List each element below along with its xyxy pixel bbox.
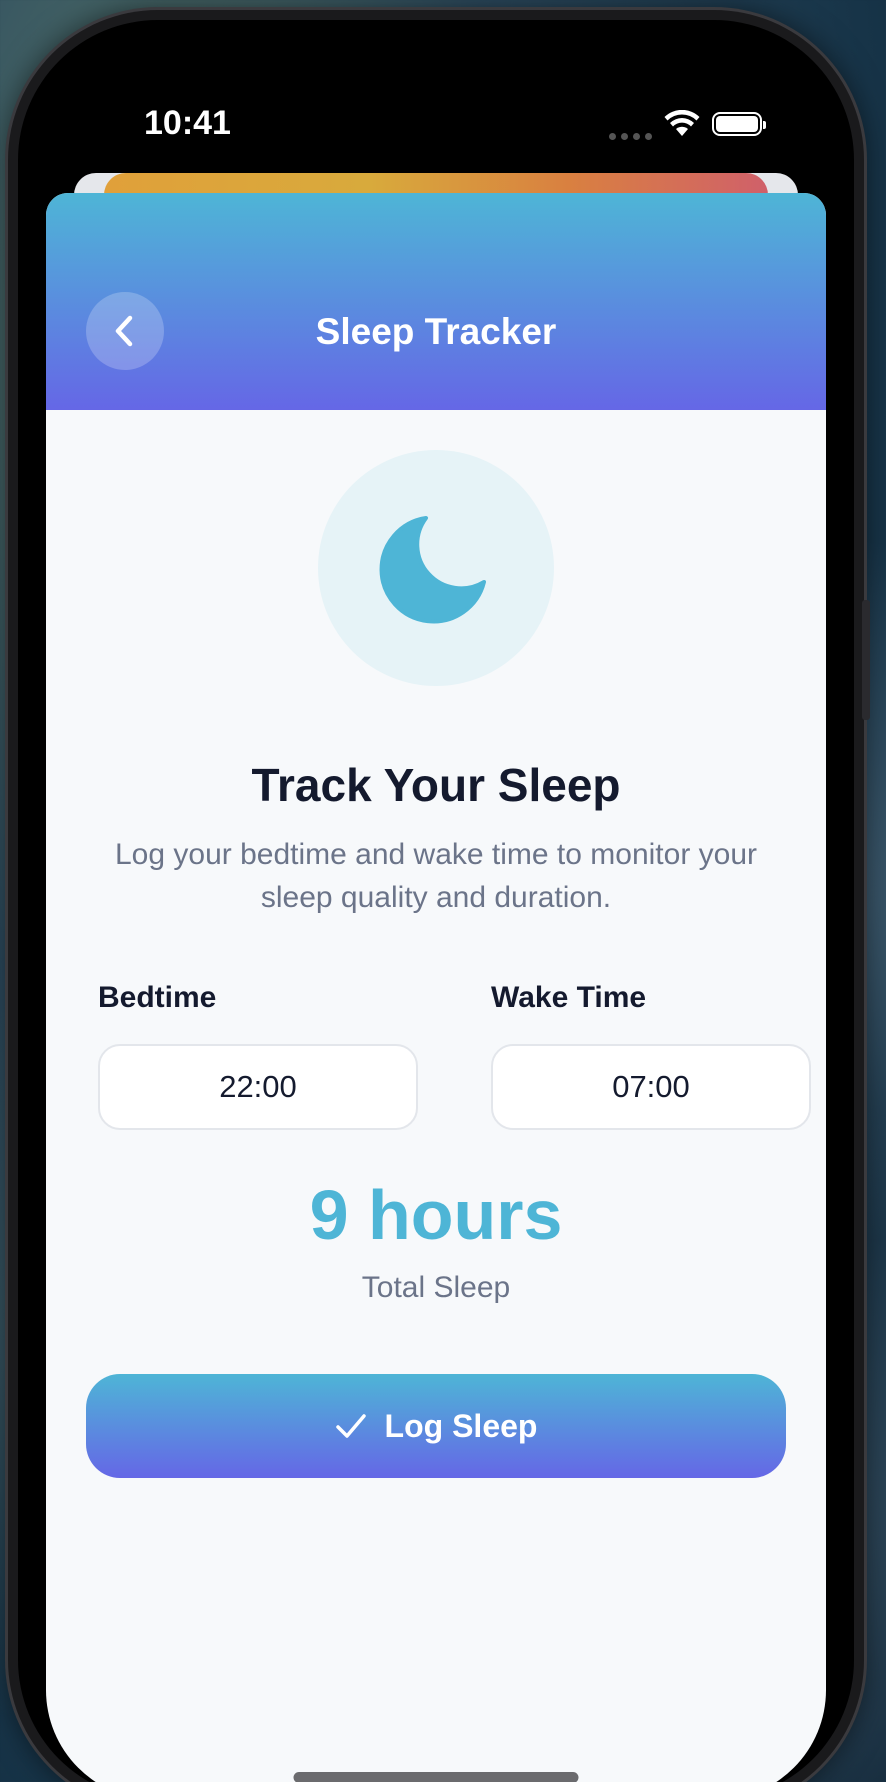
wifi-icon xyxy=(664,110,700,136)
phone-frame: 10:41 Sleep Tracker Track Your Sleep Log… xyxy=(8,10,870,1782)
moon-icon xyxy=(379,516,486,624)
wake-time-label: Wake Time xyxy=(491,981,647,1014)
sleep-tracker-sheet: Sleep Tracker Track Your Sleep Log your … xyxy=(46,193,826,1782)
checkmark-icon xyxy=(335,1414,366,1438)
side-button xyxy=(862,600,870,720)
home-indicator[interactable] xyxy=(293,1772,579,1782)
status-time: 10:41 xyxy=(144,104,231,142)
sleep-duration-value: 9 hours xyxy=(309,1176,563,1254)
moon-badge xyxy=(318,450,554,686)
bedtime-input[interactable] xyxy=(98,1044,418,1130)
page-title: Sleep Tracker xyxy=(315,311,557,352)
battery-icon xyxy=(712,112,766,136)
section-title: Track Your Sleep xyxy=(251,759,621,811)
wake-time-input[interactable] xyxy=(491,1044,811,1130)
sheet-header: Sleep Tracker xyxy=(46,193,826,410)
log-sleep-button[interactable]: Log Sleep xyxy=(86,1374,786,1478)
cellular-dots-icon xyxy=(609,118,652,140)
phone-screen: 10:41 Sleep Tracker Track Your Sleep Log… xyxy=(18,20,854,1782)
status-bar: 10:41 xyxy=(18,20,854,160)
sleep-duration-label: Total Sleep xyxy=(361,1271,511,1304)
section-description: Log your bedtime and wake time to monito… xyxy=(115,838,757,914)
bedtime-label: Bedtime xyxy=(98,981,217,1014)
log-sleep-label: Log Sleep xyxy=(384,1407,538,1444)
status-icons xyxy=(609,108,766,140)
